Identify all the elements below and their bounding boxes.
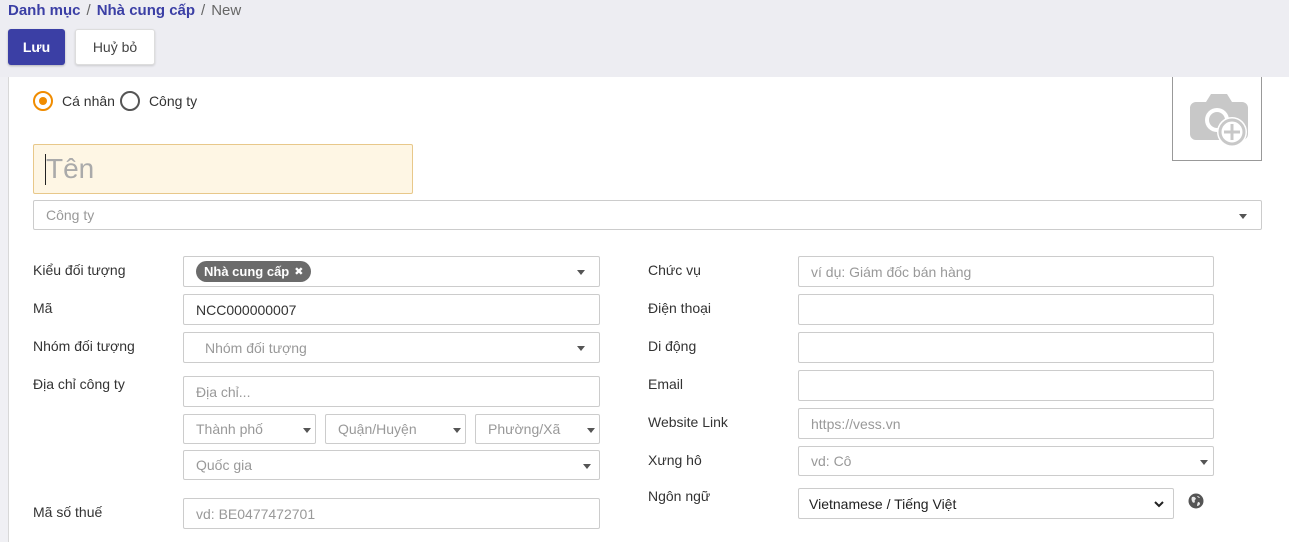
city-select[interactable]: Thành phố xyxy=(183,414,316,444)
name-input[interactable] xyxy=(33,144,413,194)
save-button[interactable]: Lưu xyxy=(8,29,65,65)
tax-input[interactable] xyxy=(183,498,600,529)
code-label: Mã xyxy=(33,300,53,316)
title-select[interactable]: vd: Cô xyxy=(798,446,1214,476)
mobile-input-box[interactable] xyxy=(811,333,1213,362)
chevron-down-icon xyxy=(1239,214,1247,219)
chevron-down-icon xyxy=(577,270,585,275)
cancel-button[interactable]: Huỷ bỏ xyxy=(75,29,155,65)
chevron-down-icon xyxy=(453,428,461,433)
close-icon[interactable]: ✖ xyxy=(294,265,303,278)
chevron-down-icon xyxy=(1200,460,1208,465)
code-field[interactable]: NCC000000007 xyxy=(183,294,600,325)
breadcrumb-parent[interactable]: Nhà cung cấp xyxy=(97,2,195,19)
chevron-down-icon xyxy=(1154,501,1164,508)
tax-label: Mã số thuế xyxy=(33,504,103,520)
street-input-box[interactable] xyxy=(196,377,599,406)
group-label: Nhóm đối tượng xyxy=(33,338,135,354)
city-placeholder: Thành phố xyxy=(196,421,263,437)
website-input[interactable] xyxy=(798,408,1214,439)
group-placeholder: Nhóm đối tượng xyxy=(205,339,307,356)
breadcrumb-current: New xyxy=(211,2,242,19)
district-select[interactable]: Quận/Huyện xyxy=(325,414,466,444)
breadcrumb-separator: / xyxy=(201,2,206,19)
website-input-box[interactable] xyxy=(811,409,1213,438)
ward-select[interactable]: Phường/Xã xyxy=(475,414,600,444)
tax-input-box[interactable] xyxy=(196,499,599,528)
chevron-down-icon xyxy=(577,346,585,351)
lang-select[interactable]: Vietnamese / Tiếng Việt xyxy=(798,488,1174,519)
company-placeholder: Công ty xyxy=(46,207,95,223)
partner-type-tag-label: Nhà cung cấp xyxy=(204,264,290,279)
partner-type-tag: Nhà cung cấp ✖ xyxy=(196,261,312,282)
title-label: Xưng hô xyxy=(648,452,702,468)
lang-label: Ngôn ngữ xyxy=(648,488,711,504)
job-input-box[interactable] xyxy=(811,257,1213,286)
chevron-down-icon xyxy=(583,464,591,469)
email-label: Email xyxy=(648,376,684,392)
chevron-down-icon xyxy=(587,428,595,433)
phone-label: Điện thoại xyxy=(648,300,712,316)
job-label: Chức vụ xyxy=(648,262,701,278)
chevron-down-icon xyxy=(303,428,311,433)
phone-input-box[interactable] xyxy=(811,295,1213,324)
company-select[interactable]: Công ty xyxy=(33,200,1262,230)
partner-type-label: Kiểu đối tượng xyxy=(33,262,126,278)
lang-value: Vietnamese / Tiếng Việt xyxy=(809,495,957,512)
breadcrumb-separator: / xyxy=(86,2,91,19)
breadcrumb: Danh mục / Nhà cung cấp / New xyxy=(8,2,241,20)
phone-input[interactable] xyxy=(798,294,1214,325)
country-placeholder: Quốc gia xyxy=(196,457,253,473)
radio-company[interactable] xyxy=(119,91,140,111)
globe-icon[interactable] xyxy=(1188,493,1204,509)
breadcrumb-root[interactable]: Danh mục xyxy=(8,2,81,19)
control-panel: Danh mục / Nhà cung cấp / New Lưu Huỷ bỏ xyxy=(0,0,1289,77)
mobile-input[interactable] xyxy=(798,332,1214,363)
avatar-upload[interactable] xyxy=(1172,77,1262,161)
camera-plus-icon xyxy=(1190,93,1248,147)
district-placeholder: Quận/Huyện xyxy=(338,421,417,437)
partner-type-select[interactable]: Nhà cung cấp ✖ xyxy=(183,256,600,287)
radio-individual-label[interactable]: Cá nhân xyxy=(62,93,115,109)
email-input[interactable] xyxy=(798,370,1214,401)
group-select[interactable]: Nhóm đối tượng xyxy=(183,332,600,363)
text-cursor xyxy=(45,154,46,185)
title-placeholder: vd: Cô xyxy=(811,453,852,469)
company-type-radio-group: Cá nhân Công ty xyxy=(33,90,202,112)
website-label: Website Link xyxy=(648,414,728,430)
radio-company-label[interactable]: Công ty xyxy=(149,93,197,109)
country-select[interactable]: Quốc gia xyxy=(183,450,600,480)
email-input-box[interactable] xyxy=(811,371,1213,400)
street-input[interactable] xyxy=(183,376,600,407)
mobile-label: Di động xyxy=(648,338,697,354)
address-label: Địa chỉ công ty xyxy=(33,376,125,392)
radio-individual[interactable] xyxy=(33,91,53,111)
job-input[interactable] xyxy=(798,256,1214,287)
ward-placeholder: Phường/Xã xyxy=(488,421,561,437)
code-value: NCC000000007 xyxy=(196,301,297,318)
